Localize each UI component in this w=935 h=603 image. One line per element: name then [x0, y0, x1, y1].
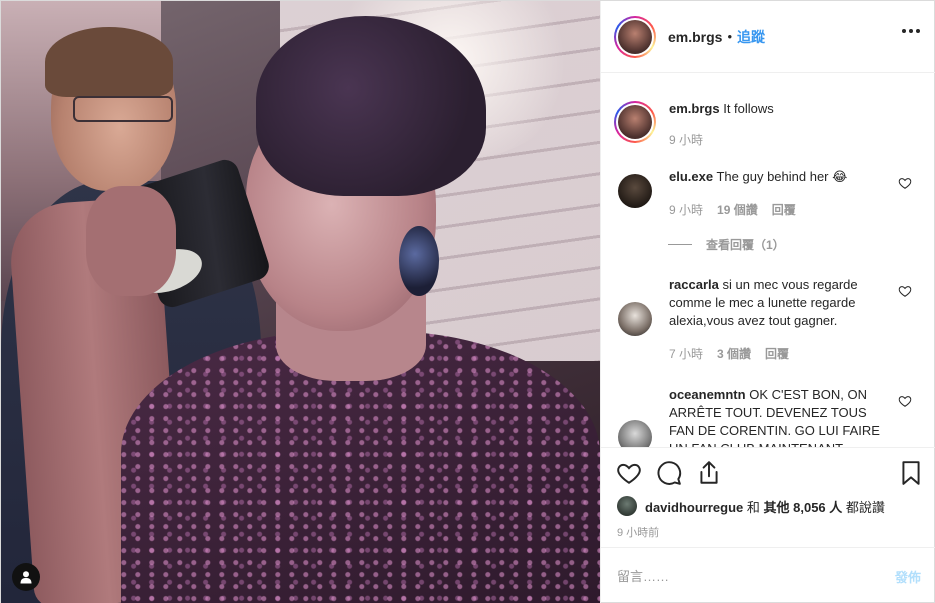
header-username[interactable]: em.brgs [668, 29, 722, 45]
post-time[interactable]: 9 小時前 [617, 524, 659, 540]
replies-divider [668, 244, 692, 245]
post-photo[interactable] [1, 1, 600, 603]
comment-like-icon[interactable] [898, 284, 912, 298]
post-comment-button[interactable]: 發佈 [895, 567, 921, 586]
bookmark-icon[interactable] [898, 460, 924, 486]
reply-button[interactable]: 回覆 [772, 201, 796, 218]
post-actions: davidhourregue 和 其他 8,056 人 都說讚 9 小時前 [601, 447, 935, 547]
caption-avatar[interactable] [614, 101, 656, 143]
view-replies-button[interactable]: 查看回覆（1） [668, 236, 785, 253]
liker-username[interactable]: davidhourregue [645, 500, 743, 515]
more-options-icon[interactable] [902, 29, 920, 33]
comment-username[interactable]: raccarla [669, 277, 719, 292]
liker-avatar[interactable] [617, 496, 637, 516]
add-comment-bar: 發佈 [601, 547, 935, 603]
comment-input[interactable] [617, 568, 895, 584]
post-header: em.brgs • 追蹤 [601, 1, 935, 73]
caption-time[interactable]: 9 小時 [669, 131, 703, 148]
likes-suffix: 都說讚 [845, 499, 885, 515]
comment-likes[interactable]: 3 個讚 [717, 345, 751, 362]
comment-like-icon[interactable] [898, 176, 912, 190]
caption-text: It follows [723, 101, 774, 116]
likes-connector: 和 [746, 499, 760, 515]
comment-time[interactable]: 7 小時 [669, 345, 703, 362]
comment-time[interactable]: 9 小時 [669, 201, 703, 218]
avatar[interactable] [614, 15, 656, 58]
view-replies-label: 查看回覆（1） [706, 238, 785, 252]
header-separator: • [727, 29, 733, 44]
share-icon[interactable] [696, 460, 722, 486]
commenter-avatar[interactable] [618, 302, 652, 336]
user-tag-icon[interactable] [12, 563, 40, 591]
caption-username[interactable]: em.brgs [669, 101, 720, 116]
comment-username[interactable]: elu.exe [669, 169, 713, 184]
follow-button[interactable]: 追蹤 [737, 27, 765, 47]
comment-icon[interactable] [656, 460, 682, 486]
comments-list[interactable]: em.brgs It follows 9 小時 elu.exe The guy … [601, 74, 935, 447]
comment-likes[interactable]: 19 個讚 [717, 201, 758, 218]
commenter-avatar[interactable] [618, 174, 652, 208]
heart-icon[interactable] [616, 460, 642, 486]
comment-username[interactable]: oceanemntn [669, 387, 746, 402]
liked-by: davidhourregue 和 其他 8,056 人 都說讚 [617, 496, 885, 516]
reply-button[interactable]: 回覆 [765, 345, 789, 362]
post-dialog: em.brgs • 追蹤 em.brgs It follows 9 小時 elu… [0, 0, 935, 603]
post-side-panel: em.brgs • 追蹤 em.brgs It follows 9 小時 elu… [600, 1, 935, 603]
comment-like-icon[interactable] [898, 394, 912, 408]
comment-text: The guy behind her 😂 [716, 169, 848, 184]
commenter-avatar[interactable] [618, 420, 652, 447]
likes-count[interactable]: 其他 8,056 人 [764, 500, 843, 515]
